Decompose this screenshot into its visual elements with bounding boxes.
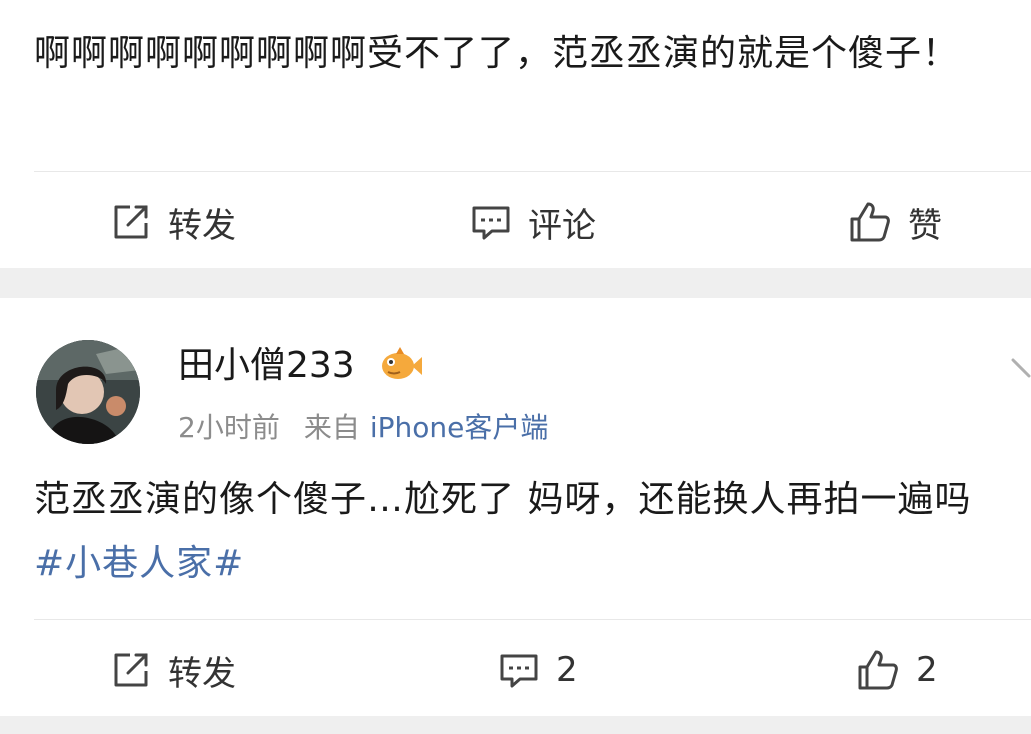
post-text: 啊啊啊啊啊啊啊啊啊受不了了，范丞丞演的就是个傻子！ (34, 33, 960, 74)
repost-label: 转发 (168, 205, 236, 246)
action-bar: 转发 评论 赞 (0, 172, 1031, 272)
post-card: 啊啊啊啊啊啊啊啊啊受不了了，范丞丞演的就是个傻子！ 转发 评论 赞 (0, 0, 1031, 268)
repost-icon (110, 201, 152, 243)
comment-icon (470, 201, 512, 243)
post-body: 范丞丞演的像个傻子…尬死了 妈呀，还能换人再拍一遍吗 (34, 479, 972, 520)
comment-button[interactable]: 评论 (470, 172, 596, 272)
like-button[interactable]: 2 (856, 620, 938, 720)
chevron-down-icon[interactable] (1011, 356, 1031, 390)
like-count: 2 (916, 650, 938, 690)
comment-icon (498, 649, 540, 691)
source-client-link[interactable]: iPhone客户端 (370, 411, 549, 444)
comment-label: 评论 (528, 205, 596, 246)
like-button[interactable]: 赞 (848, 172, 942, 272)
fish-badge-icon (378, 344, 422, 388)
post-card: 田小僧233 2小时前 来自 iPhone客户端 范丞丞演的像个傻子…尬死了 妈呀，… (0, 298, 1031, 716)
username[interactable]: 田小僧233 (178, 342, 355, 390)
avatar[interactable] (36, 340, 140, 444)
comment-count: 2 (556, 650, 578, 690)
source-prefix: 来自 (303, 411, 360, 444)
repost-button[interactable]: 转发 (110, 620, 236, 720)
topic-link[interactable]: #小巷人家# (34, 543, 244, 584)
repost-button[interactable]: 转发 (110, 172, 236, 272)
comment-button[interactable]: 2 (498, 620, 578, 720)
post-text: 范丞丞演的像个傻子…尬死了 妈呀，还能换人再拍一遍吗 #小巷人家# (34, 468, 1001, 596)
repost-icon (110, 649, 152, 691)
post-meta: 2小时前 来自 iPhone客户端 (178, 408, 548, 448)
like-label: 赞 (908, 205, 942, 246)
repost-label: 转发 (168, 653, 236, 694)
thumbs-up-icon (856, 648, 900, 692)
action-bar: 转发 2 2 (0, 620, 1031, 720)
post-time: 2小时前 (178, 411, 280, 444)
thumbs-up-icon (848, 200, 892, 244)
